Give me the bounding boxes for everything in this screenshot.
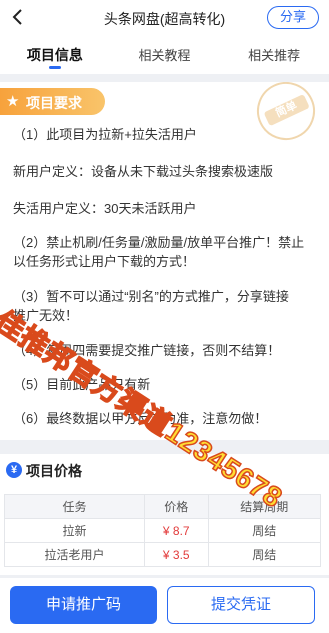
pricing-title: 项目价格 — [26, 463, 82, 479]
difficulty-stamp: 简单 — [247, 82, 325, 150]
tab-bar: 项目信息 相关教程 相关推荐 — [0, 36, 329, 74]
price-cell: ¥ 8.7 — [143, 518, 209, 543]
column-header-price: 价格 — [143, 494, 209, 519]
task-cell: 拉活老用户 — [4, 542, 145, 567]
requirement-line: 以任务形式让用户下载的方式！ — [13, 254, 196, 269]
requirements-card: ★ 项目要求 简单 （1）此项目为拉新+拉失活用户 新用户定义：设备从未下载过头… — [0, 82, 329, 440]
requirement-line: （2）禁止机刷/任务量/激励量/放单平台推广！禁止 — [13, 235, 305, 250]
yen-icon: ¥ — [6, 462, 22, 478]
top-nav-bar: 头条网盘(超高转化) 分享 — [0, 0, 329, 36]
tab-project-info[interactable]: 项目信息 — [0, 36, 110, 74]
star-icon: ★ — [6, 93, 20, 110]
table-row: 拉活老用户 ¥ 3.5 周结 — [4, 542, 322, 567]
price-cell: ¥ 3.5 — [143, 542, 209, 567]
submit-proof-button[interactable]: 提交凭证 — [167, 586, 315, 624]
requirements-badge: ★ 项目要求 — [0, 88, 105, 115]
tab-tutorials[interactable]: 相关教程 — [110, 36, 220, 74]
cycle-cell: 周结 — [207, 542, 322, 567]
stamp-label: 简单 — [263, 94, 310, 127]
requirement-line: （1）此项目为拉新+拉失活用户 — [13, 127, 197, 142]
table-row: 拉新 ¥ 8.7 周结 — [4, 518, 322, 543]
cycle-cell: 周结 — [207, 518, 322, 543]
bottom-action-bar: 申请推广码 提交凭证 — [0, 578, 329, 633]
requirement-line: （3）暂不可以通过“别名”的方式推广，分享链接 — [13, 289, 289, 304]
task-cell: 拉新 — [4, 518, 145, 543]
requirement-line: 新用户定义：设备从未下载过头条搜索极速版 — [13, 164, 274, 179]
share-button[interactable]: 分享 — [267, 6, 319, 29]
requirement-line: 失活用户定义：30天未活跃用户 — [13, 201, 197, 216]
apply-promo-code-button[interactable]: 申请推广码 — [10, 586, 157, 624]
column-header-task: 任务 — [4, 494, 145, 519]
tab-recommendations[interactable]: 相关推荐 — [219, 36, 329, 74]
requirements-title: 项目要求 — [26, 95, 82, 111]
